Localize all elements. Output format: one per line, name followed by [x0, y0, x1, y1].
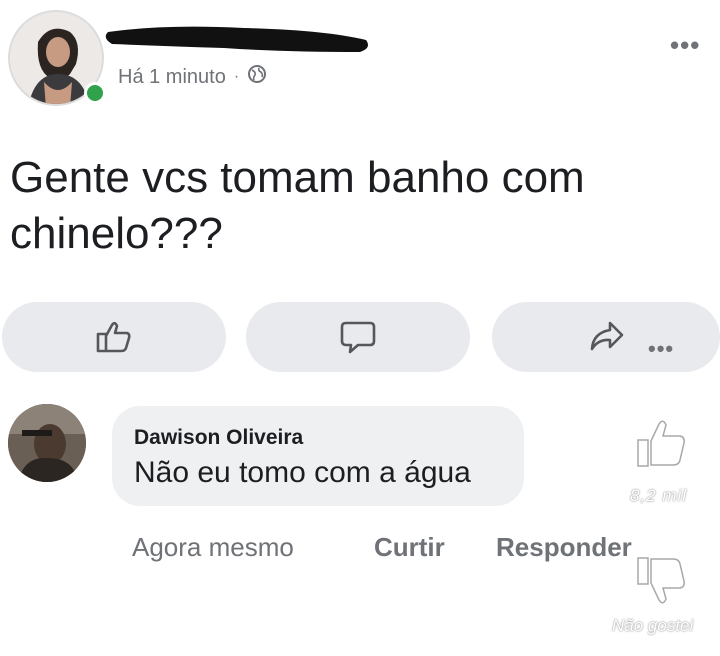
meta-separator: ·	[233, 68, 240, 85]
comment-timestamp[interactable]: Agora mesmo	[132, 532, 294, 563]
thumbs-up-icon	[94, 317, 134, 357]
like-button[interactable]	[2, 302, 226, 372]
post-text: Gente vcs tomam banho com chinelo???	[10, 153, 585, 258]
dislike-label: Não gostei	[612, 616, 694, 635]
thumbs-down-icon	[632, 552, 690, 615]
like-count: 8,2 mil	[630, 486, 688, 505]
comment-author[interactable]: Dawison Oliveira	[134, 426, 303, 450]
post-timestamp[interactable]: Há 1 minuto	[118, 66, 226, 89]
redacted-author-name	[105, 26, 368, 52]
comment-button[interactable]	[246, 302, 470, 372]
post-meta: Há 1 minuto ·	[118, 64, 267, 90]
share-button[interactable]	[492, 302, 720, 372]
post-more-options-icon[interactable]: •••	[670, 30, 700, 61]
comment-text: Não eu tomo com a água	[134, 456, 471, 489]
globe-icon	[247, 64, 267, 90]
comment-reply-button[interactable]: Responder	[496, 532, 632, 563]
thumbs-up-icon	[632, 414, 690, 477]
comment-like-button[interactable]: Curtir	[374, 532, 445, 563]
more-actions-icon[interactable]: •••	[648, 336, 674, 362]
commenter-avatar[interactable]	[8, 404, 86, 482]
online-status-dot	[84, 82, 106, 104]
comment-bubble-icon	[338, 317, 378, 357]
share-arrow-icon	[586, 317, 626, 357]
